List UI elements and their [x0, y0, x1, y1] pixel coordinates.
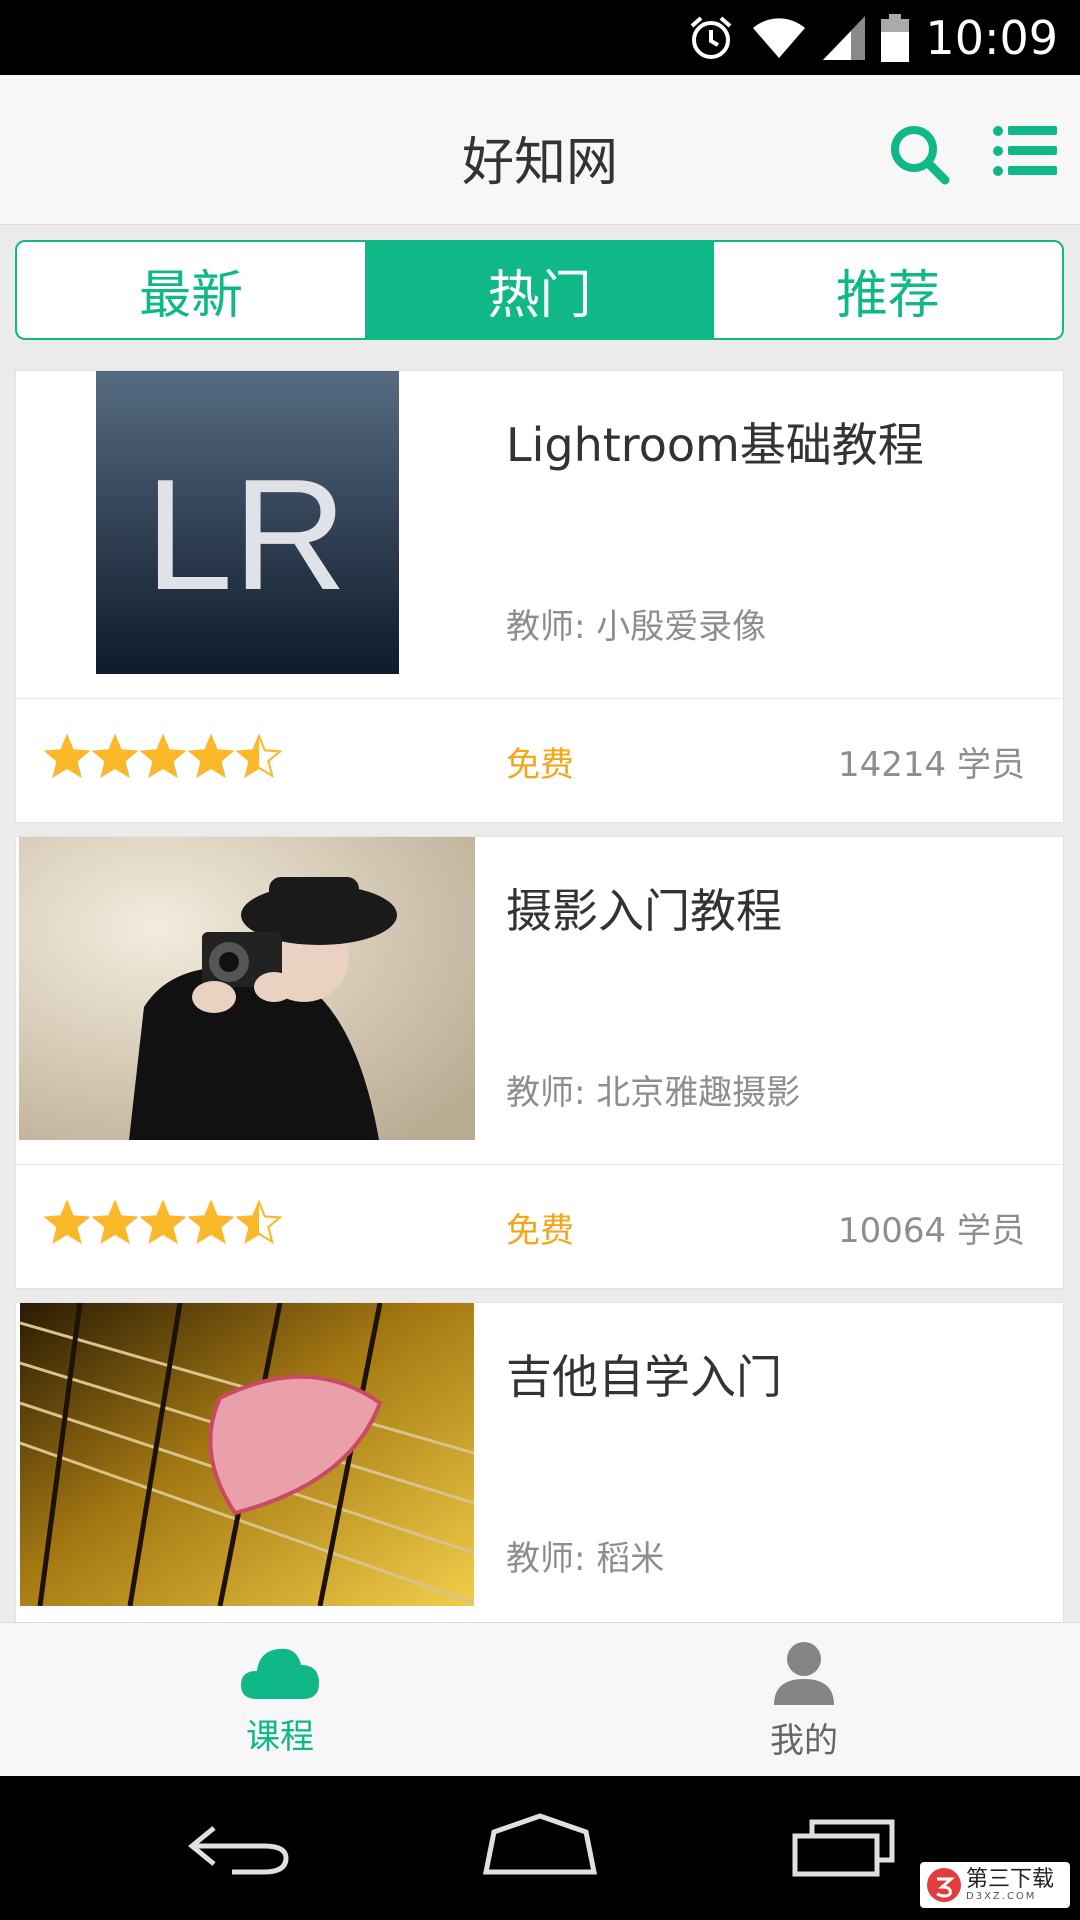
- search-icon[interactable]: [888, 123, 950, 185]
- course-title: Lightroom基础教程: [506, 418, 924, 472]
- course-thumbnail: [19, 837, 475, 1140]
- course-thumbnail: [20, 1303, 474, 1606]
- status-bar: 10:09: [0, 0, 1080, 75]
- student-count: 14214 学员: [838, 745, 1025, 785]
- watermark-logo: 第三下载 D3XZ.COM: [920, 1862, 1070, 1908]
- star-icon: [188, 1200, 234, 1244]
- tab-latest[interactable]: 最新: [17, 242, 365, 338]
- watermark-text: 第三下载: [966, 1866, 1055, 1892]
- course-teacher: 教师: 小殷爱录像: [506, 607, 767, 647]
- bottom-nav: 课程 我的: [0, 1622, 1080, 1777]
- star-icon: [140, 734, 186, 778]
- course-title: 吉他自学入门: [506, 1350, 782, 1404]
- course-card[interactable]: 吉他自学入门 教师: 稻米: [15, 1302, 1064, 1642]
- star-icon: [236, 734, 282, 778]
- star-icon: [44, 1200, 90, 1244]
- person-icon: [774, 1642, 834, 1705]
- course-price: 免费: [506, 1211, 574, 1251]
- wifi-icon: [753, 18, 806, 58]
- recents-icon[interactable]: [792, 1818, 896, 1878]
- nav-courses[interactable]: 课程: [180, 1641, 380, 1758]
- tab-hot[interactable]: 热门: [365, 242, 714, 338]
- course-price: 免费: [506, 745, 574, 785]
- nav-mine-label: 我的: [770, 1721, 838, 1761]
- signal-icon: [823, 16, 866, 60]
- nav-courses-label: 课程: [246, 1717, 314, 1757]
- battery-icon: [881, 14, 910, 62]
- course-card[interactable]: LR Lightroom基础教程 教师: 小殷爱录像 免费 14214 学员: [15, 370, 1064, 823]
- star-icon: [236, 1200, 282, 1244]
- cloud-icon: [241, 1648, 319, 1699]
- system-nav-bar: [0, 1776, 1080, 1920]
- rating-stars: [44, 734, 282, 778]
- student-count: 10064 学员: [838, 1211, 1025, 1251]
- course-teacher: 教师: 稻米: [506, 1539, 665, 1579]
- app-bar: 好知网: [0, 75, 1080, 225]
- list-menu-icon[interactable]: [993, 125, 1057, 177]
- course-teacher: 教师: 北京雅趣摄影: [506, 1073, 801, 1113]
- star-icon: [188, 734, 234, 778]
- star-icon: [92, 1200, 138, 1244]
- alarm-icon: [691, 16, 732, 59]
- nav-mine[interactable]: 我的: [704, 1641, 904, 1762]
- star-icon: [140, 1200, 186, 1244]
- back-icon[interactable]: [188, 1820, 290, 1876]
- course-card[interactable]: 摄影入门教程 教师: 北京雅趣摄影 免费 10064 学员: [15, 836, 1064, 1289]
- watermark-icon: [927, 1868, 961, 1902]
- course-thumbnail: LR: [96, 371, 399, 674]
- watermark-sub: D3XZ.COM: [966, 1890, 1037, 1902]
- segment-tabs: 最新 热门 推荐: [15, 240, 1064, 340]
- rating-stars: [44, 1200, 282, 1244]
- tab-recommended[interactable]: 推荐: [714, 242, 1062, 338]
- star-icon: [44, 734, 90, 778]
- star-icon: [92, 734, 138, 778]
- status-time: 10:09: [925, 11, 1058, 65]
- course-title: 摄影入门教程: [506, 884, 782, 938]
- lr-logo-text: LR: [145, 447, 347, 623]
- home-icon[interactable]: [483, 1812, 597, 1876]
